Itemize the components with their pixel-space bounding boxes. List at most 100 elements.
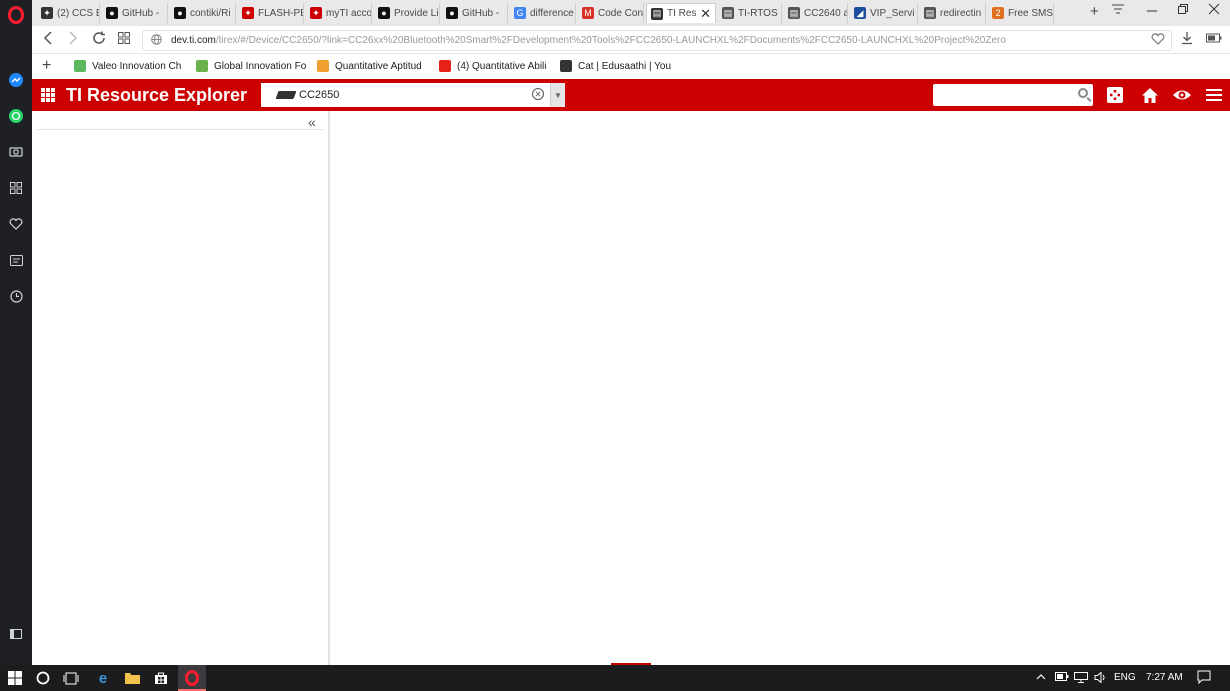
task-view-icon[interactable] (63, 670, 79, 686)
app-title: TI Resource Explorer (66, 85, 248, 105)
chevron-down-icon[interactable]: ▼ (550, 83, 565, 107)
bookmark-label: Cat | Edusaathi | You (578, 60, 672, 72)
browser-tab[interactable]: ✦ myTI acco (306, 3, 372, 23)
browser-tab[interactable]: M Code Con (578, 3, 644, 23)
gmail-icon: M (582, 7, 594, 19)
browser-tab-label: Code Con (598, 7, 643, 19)
language-indicator[interactable]: ENG (1114, 672, 1136, 683)
apps-grid-icon[interactable] (41, 88, 55, 102)
bookmark-label: (4) Quantitative Abili (457, 60, 547, 72)
battery-saver-icon[interactable] (1206, 31, 1222, 47)
browser-tab[interactable]: ● GitHub - (442, 3, 508, 23)
browser-tab-label: contiki/Ri (190, 7, 231, 19)
minimize-button[interactable] (1146, 3, 1158, 18)
import-icon[interactable] (1105, 85, 1125, 105)
bookmark-favicon-icon (560, 60, 572, 72)
speed-dial-icon[interactable] (6, 178, 26, 198)
clear-icon[interactable]: ✕ (532, 88, 544, 100)
bookmark-label: Valeo Innovation Ch (92, 60, 182, 72)
url-field[interactable]: dev.ti.com/tirex/#/Device/CC2650/?link=C… (142, 30, 1172, 51)
panel-divider (36, 129, 324, 130)
bookmark-favicon-icon (317, 60, 329, 72)
home-icon[interactable] (1140, 85, 1160, 105)
browser-tab[interactable]: ▤ CC2640 a (784, 3, 848, 23)
bookmark-favicon-icon (74, 60, 86, 72)
browser-tab[interactable]: ● contiki/Ri (170, 3, 236, 23)
tabs-overview-icon[interactable] (118, 31, 130, 47)
eye-icon[interactable] (1172, 85, 1192, 105)
news-icon[interactable] (6, 250, 26, 270)
browser-tab[interactable]: ✦ FLASH-PE (238, 3, 304, 23)
tab-menu-icon[interactable] (1111, 3, 1125, 18)
page-icon: ▤ (722, 7, 734, 19)
whatsapp-icon[interactable] (6, 106, 26, 126)
battery-icon[interactable] (1055, 672, 1069, 684)
browser-tab-label: myTI acco (326, 7, 371, 19)
bookmark-label: Global Innovation Fo (214, 60, 307, 72)
address-bar: dev.ti.com/tirex/#/Device/CC2650/?link=C… (32, 26, 1230, 54)
network-icon[interactable] (1074, 672, 1088, 686)
show-hidden-icons-icon[interactable] (1036, 672, 1046, 683)
cortana-icon[interactable] (35, 670, 51, 686)
history-icon[interactable] (6, 286, 26, 306)
browser-tab-label: Free SMS (1008, 7, 1053, 19)
download-icon[interactable] (1181, 31, 1193, 48)
messenger-icon[interactable] (6, 70, 26, 90)
camera-icon[interactable] (6, 141, 26, 161)
chip-icon (275, 91, 297, 99)
browser-tab[interactable]: ◢ VIP_Servi (850, 3, 918, 23)
bookmark-item[interactable]: Quantitative Aptitud (317, 60, 422, 72)
bookmark-item[interactable]: (4) Quantitative Abili (439, 60, 547, 72)
browser-tab[interactable]: ✦ (2) CCS Bu (37, 3, 100, 23)
google-icon: G (514, 7, 526, 19)
browser-tab[interactable]: ▤ TI Res ✕ (646, 3, 716, 23)
browser-tab[interactable]: ● GitHub - (102, 3, 168, 23)
search-input[interactable] (933, 84, 1093, 106)
taskbar-opera-active[interactable] (178, 665, 206, 691)
url-host: dev.ti.com (171, 35, 216, 46)
forward-button[interactable] (67, 31, 79, 48)
new-tab-button[interactable]: + (1090, 3, 1099, 20)
bookmark-item[interactable]: Cat | Edusaathi | You (560, 60, 671, 72)
sms-icon: 2 (992, 7, 1004, 19)
sidebar-toggle-icon[interactable] (6, 624, 26, 644)
device-selector[interactable]: CC2650 ✕ ▼ (261, 83, 565, 107)
browser-tab-label: difference (530, 7, 574, 19)
browser-tab[interactable]: ▤ redirectin (920, 3, 986, 23)
browser-tab[interactable]: 2 Free SMS (988, 3, 1054, 23)
menu-icon[interactable] (1204, 85, 1224, 105)
bookmark-item[interactable]: Valeo Innovation Ch (74, 60, 181, 72)
bookmark-heart-icon[interactable] (1151, 32, 1165, 48)
opera-logo-icon[interactable] (8, 6, 24, 24)
browser-tab[interactable]: Gdifference (510, 3, 576, 23)
close-window-button[interactable] (1208, 3, 1220, 18)
reload-button[interactable] (92, 31, 106, 48)
tab-strip: + ✦ (2) CCS Bu ● GitHub - ● contiki/Ri ✦ FLASH-… (32, 0, 1230, 26)
add-bookmark-button[interactable]: + (42, 57, 51, 75)
back-button[interactable] (42, 31, 54, 48)
bookmark-label: Quantitative Aptitud (335, 60, 422, 72)
edge-icon[interactable]: e (95, 670, 111, 687)
bookmark-item[interactable]: Global Innovation Fo (196, 60, 306, 72)
browser-tab-label: (2) CCS Bu (57, 7, 99, 19)
browser-tab-label: GitHub - (462, 7, 500, 19)
opera-sidebar (0, 0, 32, 665)
browser-tab[interactable]: ● Provide Li (374, 3, 440, 23)
url-path: /tirex/#/Device/CC2650/?link=CC26xx%20Bl… (215, 35, 1006, 46)
volume-icon[interactable] (1094, 671, 1107, 686)
windows-start-icon[interactable] (7, 670, 23, 686)
heart-icon[interactable] (6, 214, 26, 234)
content-panel (330, 111, 1230, 665)
browser-tab-label: CC2640 a (804, 7, 847, 19)
action-center-icon[interactable] (1197, 670, 1211, 687)
search-icon[interactable] (1078, 88, 1088, 98)
browser-tab-label: GitHub - (122, 7, 160, 19)
browser-tab[interactable]: ▤ TI-RTOS B (718, 3, 782, 23)
clock[interactable]: 7:27 AM (1146, 672, 1183, 683)
restore-button[interactable] (1177, 3, 1189, 18)
taskbar: e ENG 7:27 AM (0, 665, 1230, 691)
collapse-panel-icon[interactable]: « (308, 114, 316, 130)
store-icon[interactable] (153, 670, 169, 686)
file-explorer-icon[interactable] (124, 670, 140, 686)
close-tab-icon[interactable]: ✕ (700, 6, 711, 22)
